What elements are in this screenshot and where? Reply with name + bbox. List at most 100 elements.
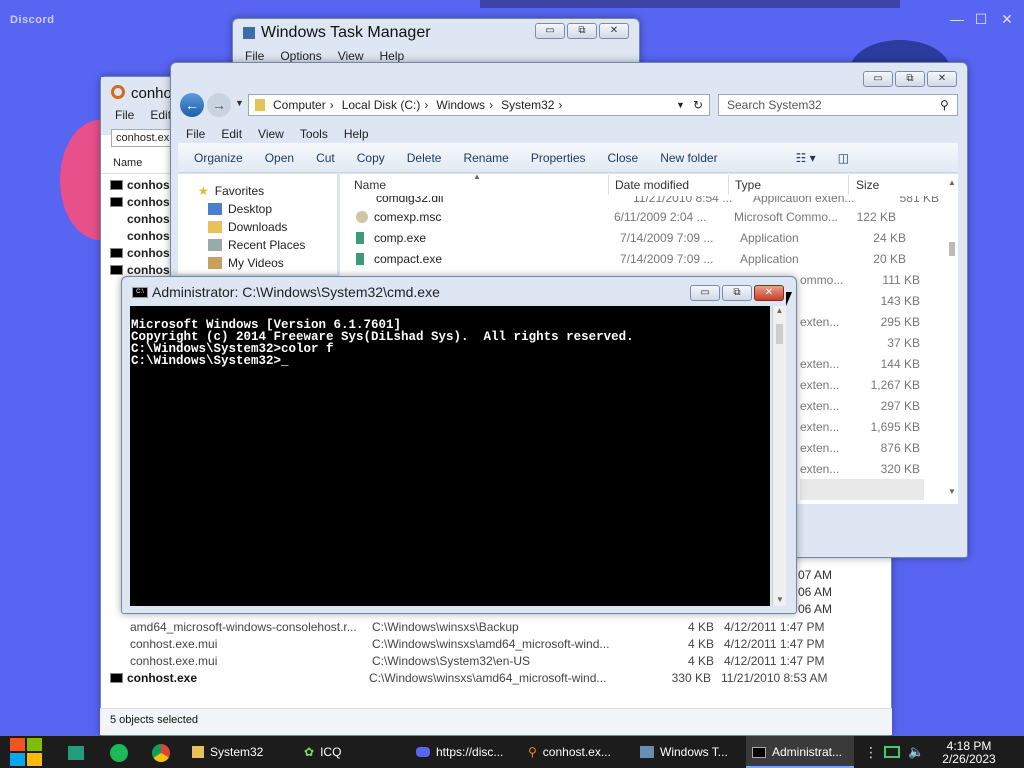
back-arrow-icon[interactable]: ← bbox=[180, 93, 204, 117]
file-row[interactable]: exten... 295 KB bbox=[800, 311, 924, 332]
menu-help[interactable]: Help bbox=[344, 127, 369, 141]
menu-options[interactable]: Options bbox=[280, 49, 321, 63]
copy-button[interactable]: Copy bbox=[357, 151, 385, 165]
nav-favorites[interactable]: Favorites bbox=[215, 184, 264, 198]
volume-icon[interactable]: 🔈 bbox=[908, 744, 924, 760]
file-row[interactable]: exten... 320 KB bbox=[800, 458, 924, 479]
column-size[interactable]: Size bbox=[856, 178, 879, 192]
app-launcher-icon[interactable] bbox=[68, 746, 84, 760]
refresh-icon[interactable]: ↻ bbox=[693, 98, 703, 112]
result-row[interactable]: conhost.exe.mui C:\Windows\winsxs\amd64_… bbox=[110, 635, 870, 652]
new-folder-button[interactable]: New folder bbox=[660, 151, 717, 165]
menu-view[interactable]: View bbox=[338, 49, 364, 63]
preview-pane-icon[interactable]: ◫ bbox=[838, 151, 849, 165]
console-prompt[interactable]: C:\Windows\System32>_ bbox=[131, 355, 770, 368]
menu-edit[interactable]: Edit bbox=[221, 127, 242, 141]
chrome-icon[interactable] bbox=[152, 744, 170, 762]
column-type[interactable]: Type bbox=[735, 178, 761, 192]
nav-recent-places[interactable]: Recent Places bbox=[228, 238, 305, 252]
file-row[interactable]: ommo... 111 KB bbox=[800, 269, 924, 290]
result-name[interactable]: conhos bbox=[127, 263, 170, 277]
taskbar-item-cmd[interactable]: Administrat... bbox=[746, 736, 854, 768]
menu-view[interactable]: View bbox=[258, 127, 284, 141]
search-input[interactable]: Search System32 bbox=[718, 94, 958, 116]
file-row[interactable]: compact.exe 7/14/2009 7:09 ... Applicati… bbox=[356, 248, 906, 269]
overflow-dots-icon[interactable]: ⋮ bbox=[864, 744, 878, 761]
result-row[interactable]: conhost.exe.mui C:\Windows\System32\en-U… bbox=[110, 652, 870, 669]
scrollbar-thumb[interactable] bbox=[776, 324, 783, 344]
close-button[interactable]: ✕ bbox=[599, 23, 629, 39]
file-row[interactable]: exten... 297 KB bbox=[800, 395, 924, 416]
breadcrumb-computer[interactable]: Computer bbox=[273, 98, 326, 112]
menu-file[interactable]: File bbox=[186, 127, 205, 141]
minimize-button[interactable]: ▭ bbox=[690, 285, 720, 301]
magnifier-icon[interactable]: ⚲ bbox=[940, 98, 949, 112]
file-name[interactable]: compact.exe bbox=[374, 252, 620, 266]
nav-downloads[interactable]: Downloads bbox=[228, 220, 287, 234]
close-button[interactable]: ✕ bbox=[754, 285, 784, 301]
maximize-button[interactable]: ⧉ bbox=[895, 71, 925, 87]
file-row[interactable]: exten... 1,267 KB bbox=[800, 374, 924, 395]
close-icon[interactable]: ✕ bbox=[998, 10, 1016, 28]
breadcrumb-system32[interactable]: System32 bbox=[501, 98, 554, 112]
file-row[interactable]: comexp.msc 6/11/2009 2:04 ... Microsoft … bbox=[356, 206, 896, 227]
minimize-button[interactable]: ▭ bbox=[535, 23, 565, 39]
breadcrumb-windows[interactable]: Windows bbox=[436, 98, 485, 112]
file-name[interactable]: comp.exe bbox=[374, 231, 620, 245]
result-name[interactable]: conhos bbox=[127, 212, 170, 226]
close-button[interactable]: Close bbox=[608, 151, 639, 165]
network-icon[interactable] bbox=[884, 746, 900, 758]
organize-button[interactable]: Organize bbox=[194, 151, 243, 165]
taskbar-item-discord[interactable]: https://disc... bbox=[410, 736, 518, 768]
taskbar-item-system32[interactable]: System32 bbox=[186, 736, 294, 768]
view-options-icon[interactable]: ☷ ▾ bbox=[796, 151, 816, 165]
menu-file[interactable]: File bbox=[115, 108, 134, 122]
open-button[interactable]: Open bbox=[265, 151, 294, 165]
maximize-icon[interactable]: ☐ bbox=[972, 10, 990, 28]
menu-tools[interactable]: Tools bbox=[300, 127, 328, 141]
minimize-button[interactable]: ▭ bbox=[863, 71, 893, 87]
file-name[interactable]: comexp.msc bbox=[374, 210, 614, 224]
taskbar-item-search[interactable]: ⚲ conhost.ex... bbox=[522, 736, 630, 768]
address-bar[interactable]: Computer › Local Disk (C:) › Windows › Syst… bbox=[248, 94, 710, 116]
result-name[interactable]: conhos bbox=[127, 195, 170, 209]
column-date-modified[interactable]: Date modified bbox=[615, 178, 689, 192]
start-windows-logo-icon[interactable] bbox=[10, 738, 44, 766]
menu-edit[interactable]: Edit bbox=[150, 108, 171, 122]
menu-help[interactable]: Help bbox=[380, 49, 405, 63]
file-row[interactable]: exten... 876 KB bbox=[800, 437, 924, 458]
breadcrumb-local-disk[interactable]: Local Disk (C:) bbox=[342, 98, 421, 112]
nav-desktop[interactable]: Desktop bbox=[228, 202, 272, 216]
clock[interactable]: 4:18 PM 2/26/2023 bbox=[938, 740, 1000, 766]
menu-file[interactable]: File bbox=[245, 49, 264, 63]
forward-arrow-icon[interactable]: → bbox=[207, 93, 231, 117]
console-output[interactable]: Microsoft Windows [Version 6.1.7601] Copy… bbox=[130, 306, 770, 606]
file-row[interactable]: comp.exe 7/14/2009 7:09 ... Application … bbox=[356, 227, 906, 248]
chevron-down-icon[interactable]: ▼ bbox=[235, 98, 244, 108]
scrollbar-thumb[interactable] bbox=[949, 242, 955, 256]
result-name[interactable]: conhos bbox=[127, 178, 170, 192]
taskbar-item-icq[interactable]: ✿ ICQ bbox=[298, 736, 406, 768]
minimize-icon[interactable]: — bbox=[948, 10, 966, 28]
maximize-button[interactable]: ⧉ bbox=[567, 23, 597, 39]
cut-button[interactable]: Cut bbox=[316, 151, 335, 165]
file-row[interactable]: 143 KB bbox=[800, 290, 924, 311]
result-name[interactable]: conhos bbox=[127, 229, 170, 243]
close-button[interactable]: ✕ bbox=[927, 71, 957, 87]
properties-button[interactable]: Properties bbox=[531, 151, 586, 165]
chevron-down-icon[interactable]: ▼ bbox=[676, 100, 685, 110]
maximize-button[interactable]: ⧉ bbox=[722, 285, 752, 301]
search-input[interactable]: conhost.ex bbox=[111, 129, 173, 147]
column-name[interactable]: Name bbox=[354, 178, 386, 192]
delete-button[interactable]: Delete bbox=[407, 151, 442, 165]
taskbar-item-task-manager[interactable]: Windows T... bbox=[634, 736, 742, 768]
scrollbar[interactable]: ▲ ▼ bbox=[946, 178, 958, 498]
result-name[interactable]: conhos bbox=[127, 246, 170, 260]
file-row[interactable]: exten... 1,695 KB bbox=[800, 416, 924, 437]
column-name[interactable]: Name bbox=[113, 157, 142, 169]
scrollbar[interactable]: ▲ ▼ bbox=[772, 306, 786, 606]
nav-my-videos[interactable]: My Videos bbox=[228, 256, 284, 270]
rename-button[interactable]: Rename bbox=[463, 151, 508, 165]
spotify-icon[interactable] bbox=[110, 744, 128, 762]
file-row[interactable]: exten... 144 KB bbox=[800, 353, 924, 374]
